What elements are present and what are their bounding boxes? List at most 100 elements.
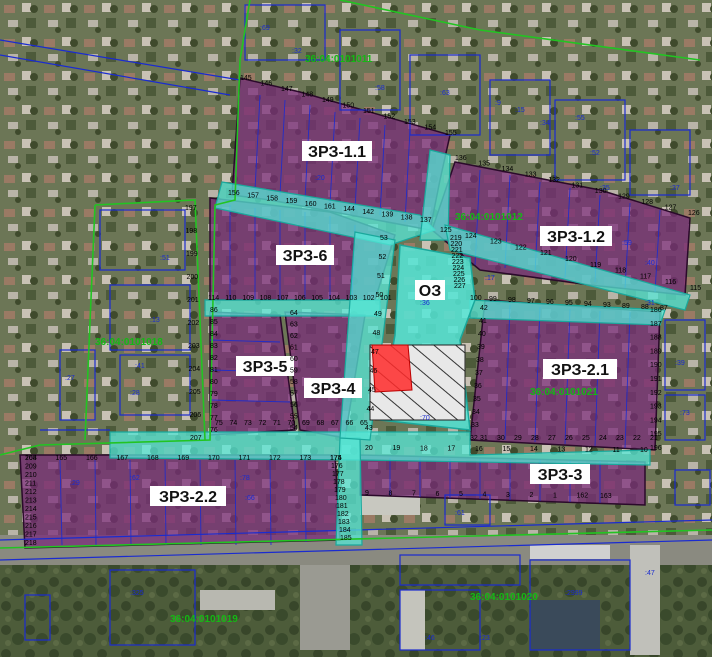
lot-number: 201 bbox=[187, 297, 199, 304]
lot-number: 142 bbox=[362, 209, 374, 216]
lot-number: 169 bbox=[178, 455, 190, 462]
map-canvas[interactable]: ЗРЗ-1.1 ЗРЗ-1.2 ЗРЗ-6 ОЗ ЗРЗ-5 ЗРЗ-4 ЗРЗ… bbox=[0, 0, 712, 657]
quarter-label: 36:04:0101019 bbox=[170, 614, 238, 625]
building-south-4 bbox=[530, 600, 600, 650]
lot-number: 107 bbox=[277, 295, 289, 302]
lot-number: 81 bbox=[210, 367, 218, 374]
lot-number: 78 bbox=[210, 403, 218, 410]
lot-number: 47 bbox=[371, 349, 379, 356]
lot-number: 36 bbox=[474, 383, 482, 390]
lot-number: 120 bbox=[565, 256, 577, 263]
parcel-id: :40 bbox=[645, 260, 655, 267]
lot-number: 35 bbox=[473, 396, 481, 403]
lot-number: 110 bbox=[225, 295, 236, 302]
lot-number: 100 bbox=[470, 295, 482, 302]
parcel-id: :15 bbox=[515, 107, 525, 114]
parcel-id: :32 bbox=[292, 48, 302, 55]
building-south-1 bbox=[530, 545, 610, 559]
lot-number: 24 bbox=[599, 435, 607, 442]
lot-number: 26 bbox=[565, 435, 573, 442]
parcel-id: :59 bbox=[622, 240, 632, 247]
lot-number: 57 bbox=[290, 391, 298, 398]
lot-number: 190 bbox=[650, 362, 662, 369]
parcel-id: :46 bbox=[425, 635, 435, 642]
lot-number: 16 bbox=[475, 446, 483, 453]
lot-number: 173 bbox=[300, 455, 312, 462]
building-mid-1 bbox=[360, 495, 420, 515]
parcel-id: :70 bbox=[420, 415, 430, 422]
lot-number: 146 bbox=[261, 81, 273, 88]
lot-number: 86 bbox=[210, 307, 218, 314]
zone-label-zrz-2-2: ЗРЗ-2.2 bbox=[159, 489, 217, 506]
lot-number: 60 bbox=[290, 356, 298, 363]
lot-number: 160 bbox=[305, 201, 317, 208]
lot-number: 41 bbox=[479, 318, 487, 325]
quarter-label: 36:04:0101020 bbox=[470, 592, 538, 603]
lot-number: 4 bbox=[483, 492, 487, 499]
lot-number: 202 bbox=[188, 320, 200, 327]
lot-number: 94 bbox=[584, 301, 592, 308]
lot-number: 8 bbox=[389, 490, 393, 497]
lot-number: 126 bbox=[688, 210, 700, 217]
lot-number: 119 bbox=[590, 262, 601, 269]
lot-number: 63 bbox=[290, 322, 298, 329]
parcel-id: :28 bbox=[130, 390, 140, 397]
parcel-id: :20 bbox=[315, 175, 325, 182]
lot-number: 127 bbox=[665, 205, 677, 212]
lot-number: 75 bbox=[215, 420, 223, 427]
lot-number: 51 bbox=[377, 273, 385, 280]
lot-number: 118 bbox=[615, 268, 626, 275]
lot-number: 170 bbox=[208, 455, 220, 462]
lot-number: 29 bbox=[514, 435, 522, 442]
lot-number: 183 bbox=[338, 519, 350, 526]
lot-number: 115 bbox=[690, 285, 701, 292]
zone-label-zrz-4: ЗРЗ-4 bbox=[311, 381, 356, 398]
lot-number: 85 bbox=[210, 319, 218, 326]
parcel-id: :325 bbox=[130, 590, 144, 597]
parcel-id: :17 bbox=[485, 275, 495, 282]
parcel-id: :2999 bbox=[565, 590, 583, 597]
lot-number: 195 bbox=[650, 431, 662, 438]
lot-number: 157 bbox=[247, 193, 259, 200]
lot-number: 185 bbox=[340, 535, 352, 542]
lot-number: 204 bbox=[189, 366, 201, 373]
lot-number: 177 bbox=[332, 471, 344, 478]
lot-number: 62 bbox=[290, 333, 298, 340]
lot-number: 152 bbox=[384, 114, 396, 121]
building-south-2 bbox=[200, 590, 275, 610]
lot-number: 7 bbox=[412, 491, 416, 498]
parcel-id: :41 bbox=[135, 363, 145, 370]
quarter-label: 36:04:0101011 bbox=[305, 54, 373, 65]
lot-number: 48 bbox=[373, 330, 381, 337]
lot-number: 128 bbox=[641, 199, 653, 206]
lot-number: 30 bbox=[497, 435, 505, 442]
zone-label-zrz-2-1: ЗРЗ-2.1 bbox=[551, 362, 609, 379]
parcel-id: :78 bbox=[240, 475, 250, 482]
lot-number: 180 bbox=[335, 495, 347, 502]
lot-number: 28 bbox=[531, 435, 539, 442]
lot-number: 43 bbox=[365, 425, 373, 432]
lot-number: 122 bbox=[515, 244, 527, 251]
lot-number: 182 bbox=[337, 511, 349, 518]
lot-number: 144 bbox=[343, 206, 355, 213]
lot-number: 227 bbox=[454, 283, 466, 290]
lot-number: 149 bbox=[322, 97, 334, 104]
lot-number: 50 bbox=[376, 292, 384, 299]
lot-number: 54 bbox=[290, 425, 298, 432]
lot-number: 93 bbox=[603, 302, 611, 309]
lot-number: 1 bbox=[553, 492, 557, 499]
zone-label-zrz-3: ЗРЗ-3 bbox=[538, 467, 583, 484]
lot-number: 192 bbox=[650, 390, 662, 397]
lot-number: 200 bbox=[187, 274, 199, 281]
lot-number: 98 bbox=[508, 297, 516, 304]
lot-number: 76 bbox=[210, 427, 218, 434]
parcel-id: :62 bbox=[130, 475, 140, 482]
lot-number: 175 bbox=[330, 455, 342, 462]
lot-number: 148 bbox=[302, 92, 314, 99]
lot-number: 158 bbox=[266, 195, 278, 202]
lot-number: 153 bbox=[404, 119, 416, 126]
lot-number: 210 bbox=[25, 472, 37, 479]
parcel-id: :66 bbox=[245, 495, 255, 502]
lot-number: 138 bbox=[401, 214, 413, 221]
lot-number: 181 bbox=[336, 503, 348, 510]
